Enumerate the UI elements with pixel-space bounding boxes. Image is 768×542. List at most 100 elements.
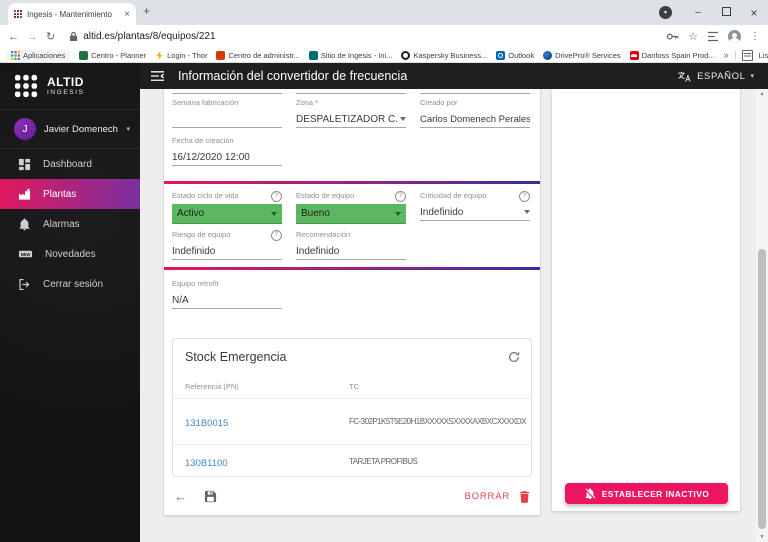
- browser-tab[interactable]: Ingesis - Mantenimiento ×: [8, 3, 136, 25]
- altid-logo-icon: [14, 74, 38, 98]
- sidebar-item-label: Novedades: [45, 248, 96, 260]
- outlook-favicon: [496, 50, 506, 60]
- browser-window: Ingesis - Mantenimiento × + ▼ – × ← → ↻ …: [0, 0, 768, 542]
- help-icon[interactable]: ?: [271, 229, 282, 241]
- bookmark-star-icon[interactable]: ☆: [688, 30, 698, 43]
- equipment-form-card: Semana fabricación Zona * DESPALETIZADOR…: [164, 89, 540, 515]
- browser-reload-icon[interactable]: ↻: [46, 30, 55, 43]
- kaspersky-favicon: [401, 50, 411, 60]
- riesgo-input[interactable]: Indefinido: [172, 243, 282, 260]
- password-key-icon[interactable]: [666, 30, 679, 43]
- translate-icon: [678, 71, 691, 82]
- sidebar-item-label: Dashboard: [43, 158, 92, 170]
- field-label: Zona *: [296, 98, 319, 107]
- language-label: ESPAÑOL: [697, 70, 746, 82]
- bookmark-thor[interactable]: Login - Thor: [155, 50, 208, 60]
- browser-profile-avatar[interactable]: [728, 30, 741, 43]
- field-label: Creado por: [420, 98, 458, 107]
- browser-back-icon[interactable]: ←: [8, 31, 19, 43]
- bookmark-drivepro[interactable]: DrivePro® Services: [543, 50, 621, 60]
- estado-ciclo-select[interactable]: Activo: [172, 204, 282, 224]
- save-floppy-icon: [204, 490, 217, 502]
- bookmark-danfoss[interactable]: Danfoss Spain Prod...: [629, 50, 715, 60]
- factory-icon: [18, 188, 31, 200]
- planner-favicon: [79, 50, 89, 60]
- sidebar-menu: Dashboard Plantas Alarmas NEW Novedades …: [0, 149, 140, 299]
- creado-por-input[interactable]: Carlos Domenech Perales: [420, 111, 530, 128]
- field-label: Criticidad de equipo: [420, 191, 487, 200]
- help-icon[interactable]: ?: [271, 190, 282, 202]
- bookmark-planner[interactable]: Centro - Planner: [79, 50, 146, 60]
- sidebar-item-label: Alarmas: [43, 218, 80, 230]
- semana-fabricacion-input[interactable]: [172, 111, 282, 128]
- language-selector[interactable]: ESPAÑOL ▾: [677, 70, 754, 83]
- zona-select[interactable]: DESPALETIZADOR C...: [296, 111, 406, 128]
- bookmark-label: Aplicaciones: [23, 50, 66, 60]
- user-menu[interactable]: J Javier Domenech ▾: [0, 110, 140, 149]
- sidebar-item-label: Plantas: [43, 188, 77, 200]
- page-scrollbar[interactable]: ▲ ▼: [756, 89, 768, 542]
- field-criticidad: Criticidad de equipo? Indefinido: [420, 190, 530, 224]
- field-retrofit: Equipo retrofit N/A: [172, 279, 282, 309]
- bookmark-label: Login - Thor: [167, 50, 208, 60]
- omnibox[interactable]: altid.es/plantas/8/equipos/221: [69, 31, 658, 42]
- trash-icon[interactable]: [519, 490, 530, 503]
- part-number-link[interactable]: 131B0015: [185, 418, 228, 429]
- reading-list-panel-icon[interactable]: [707, 31, 719, 42]
- fecha-creacion-input[interactable]: 16/12/2020 12:00: [172, 149, 282, 166]
- retrofit-input[interactable]: N/A: [172, 292, 282, 309]
- bookmark-label: DrivePro® Services: [555, 50, 621, 60]
- sidebar-item-alarmas[interactable]: Alarmas: [0, 209, 140, 239]
- set-inactive-button[interactable]: ESTABLECER INACTIVO: [565, 483, 728, 504]
- help-icon[interactable]: ?: [395, 190, 406, 202]
- delete-button[interactable]: BORRAR: [465, 491, 510, 502]
- lightning-favicon: [156, 50, 163, 60]
- reading-list-button[interactable]: Lista de lectura: [759, 51, 768, 60]
- sidebar-item-plantas[interactable]: Plantas: [0, 179, 140, 209]
- bookmark-kaspersky[interactable]: Kaspersky Business...: [401, 50, 487, 60]
- field-label: Semana fabricación: [172, 98, 239, 107]
- new-tab-button[interactable]: +: [143, 4, 150, 18]
- clipped-field-underline: [420, 91, 530, 94]
- tab-close-icon[interactable]: ×: [124, 9, 130, 20]
- bookmark-ingesis[interactable]: Sitio de Ingesis - Ini...: [308, 50, 392, 60]
- bookmark-apps[interactable]: Aplicaciones: [6, 49, 71, 61]
- help-icon[interactable]: ?: [519, 190, 530, 202]
- scrollbar-thumb[interactable]: [758, 249, 766, 529]
- criticidad-select[interactable]: Indefinido: [420, 204, 530, 221]
- field-label: Equipo retrofit: [172, 279, 219, 288]
- browser-update-icon[interactable]: ▼: [659, 6, 672, 19]
- estado-equipo-select[interactable]: Bueno: [296, 204, 406, 224]
- sidebar-item-label: Cerrar sesión: [43, 278, 104, 290]
- window-close-button[interactable]: ×: [740, 6, 768, 20]
- bookmark-admin[interactable]: Centro de administr...: [216, 50, 300, 60]
- save-button[interactable]: [204, 490, 217, 503]
- more-bookmarks-icon[interactable]: »: [724, 50, 729, 60]
- scroll-up-icon[interactable]: ▲: [760, 89, 765, 99]
- chevron-down-icon: ▾: [126, 126, 130, 133]
- field-label: Estado de equipo: [296, 191, 355, 200]
- menu-fold-icon[interactable]: [150, 70, 165, 82]
- divider: [734, 50, 736, 60]
- address-bar: ← → ↻ altid.es/plantas/8/equipos/221 ☆ ⋮: [0, 25, 768, 48]
- recomendacion-input[interactable]: Indefinido: [296, 243, 406, 260]
- bookmark-label: Danfoss Spain Prod...: [641, 50, 715, 60]
- bookmark-label: Centro de administr...: [228, 50, 300, 60]
- window-minimize-button[interactable]: –: [684, 7, 712, 18]
- sharepoint-favicon: [308, 50, 318, 60]
- page-content: Semana fabricación Zona * DESPALETIZADOR…: [140, 89, 768, 542]
- bell-icon: [19, 217, 30, 230]
- refresh-icon[interactable]: [507, 350, 521, 364]
- bookmark-outlook[interactable]: Outlook: [496, 50, 534, 60]
- part-number-link[interactable]: 130B1100: [185, 458, 228, 469]
- sidebar-item-cerrar-sesion[interactable]: Cerrar sesión: [0, 269, 140, 299]
- sidebar-item-novedades[interactable]: NEW Novedades: [0, 239, 140, 269]
- window-maximize-button[interactable]: [712, 6, 740, 19]
- reading-list-icon: [741, 49, 753, 61]
- sidebar-item-dashboard[interactable]: Dashboard: [0, 149, 140, 179]
- browser-forward-icon[interactable]: →: [27, 31, 38, 43]
- browser-menu-icon[interactable]: ⋮: [750, 31, 760, 42]
- page-title: Información del convertidor de frecuenci…: [178, 69, 408, 83]
- stock-table-header: Referencia (PN) TC: [173, 375, 531, 398]
- back-button[interactable]: ←: [174, 489, 187, 504]
